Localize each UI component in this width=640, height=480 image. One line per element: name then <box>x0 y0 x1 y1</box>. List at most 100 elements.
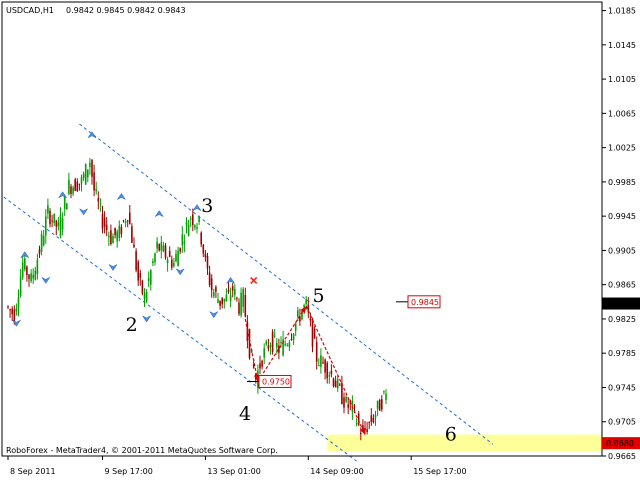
target-price-label: 0.9680 <box>606 439 634 448</box>
candle-body <box>126 220 129 222</box>
candle-body <box>89 162 91 167</box>
candle-body <box>202 244 205 254</box>
x-tick-label: 14 Sep 09:00 <box>310 467 363 476</box>
candle-body <box>305 299 307 305</box>
candle-body <box>57 221 60 227</box>
candle-body <box>76 181 79 192</box>
candle-body <box>66 203 68 210</box>
candle-body <box>381 399 383 410</box>
candle-body <box>59 214 62 237</box>
candle-body <box>320 355 322 367</box>
candle-body <box>332 378 335 386</box>
candle-body <box>131 226 133 243</box>
candle-body <box>36 259 39 274</box>
symbol-label: USDCAD,H1 <box>6 6 54 15</box>
candle-body <box>141 280 144 294</box>
candle-body <box>221 297 223 305</box>
candle-body <box>11 308 13 315</box>
candle-body <box>259 363 261 369</box>
candle-body <box>135 251 137 271</box>
candle-body <box>70 186 72 194</box>
candle-body <box>370 415 373 423</box>
candle-body <box>30 273 32 282</box>
candle-body <box>238 302 240 314</box>
candle-body <box>347 404 349 408</box>
candle-body <box>173 262 175 266</box>
candle-body <box>353 405 356 407</box>
candle-body <box>286 345 289 347</box>
candle-body <box>261 360 263 367</box>
candle-body <box>147 278 150 282</box>
candle-body <box>156 241 158 249</box>
candle-body <box>137 261 139 281</box>
candle-body <box>219 300 221 306</box>
candle-body <box>99 203 102 205</box>
candle-body <box>61 218 64 230</box>
x-tick-label: 13 Sep 01:00 <box>207 467 260 476</box>
candle-body <box>185 222 188 226</box>
candle-body <box>38 249 41 254</box>
candle-body <box>145 291 148 302</box>
candle-body <box>322 362 324 364</box>
y-tick-label: 0.9745 <box>608 383 636 392</box>
candle-body <box>74 179 76 191</box>
candle-body <box>360 432 362 435</box>
candle-body <box>63 196 66 209</box>
candle-body <box>227 289 230 292</box>
candle-body <box>26 266 28 276</box>
y-tick-label: 1.0025 <box>608 144 636 153</box>
candle-body <box>103 217 106 227</box>
chart-header: USDCAD,H1 0.9842 0.9845 0.9842 0.9843 <box>6 6 186 15</box>
candle-body <box>19 277 22 297</box>
candle-body <box>91 159 93 177</box>
candle-body <box>374 414 377 418</box>
candle-body <box>139 273 142 278</box>
candle-body <box>108 235 110 238</box>
price-chart[interactable]: 2 3 4 5 6 0.9845 0.9750 1.0185 1.0145 1.0105 1.0… <box>0 0 640 480</box>
candle-body <box>263 348 265 358</box>
candle-body <box>215 286 217 292</box>
candle-body <box>330 370 333 375</box>
y-tick-label: 0.9785 <box>608 349 636 358</box>
price-label-text: 0.9845 <box>411 298 439 307</box>
candle-body <box>164 245 167 258</box>
candle-body <box>129 212 131 224</box>
candle-body <box>181 234 184 246</box>
candle-body <box>273 335 276 337</box>
y-tick-label: 0.9865 <box>608 281 636 290</box>
candle-body <box>158 244 160 251</box>
candle-body <box>177 250 179 267</box>
candle-body <box>154 253 156 263</box>
candle-body <box>292 333 295 340</box>
candle-body <box>368 422 370 424</box>
candle-body <box>355 423 358 425</box>
candle-body <box>196 227 198 229</box>
candle-body <box>229 295 232 302</box>
y-tick-label: 0.9945 <box>608 212 636 221</box>
candle-body <box>175 253 177 262</box>
candle-body <box>231 286 234 291</box>
candle-body <box>34 270 37 280</box>
candle-body <box>194 225 196 228</box>
candle-body <box>133 244 135 248</box>
candle-body <box>45 216 47 236</box>
candle-body <box>290 339 293 341</box>
candle-body <box>105 224 108 231</box>
candle-body <box>339 384 341 386</box>
candle-body <box>294 323 297 331</box>
candle-body <box>40 234 43 252</box>
candle-body <box>51 220 53 222</box>
y-tick-label: 0.9665 <box>608 452 636 461</box>
candle-body <box>143 293 146 299</box>
candle-body <box>124 221 127 223</box>
candle-body <box>223 298 226 302</box>
y-tick-label: 0.9705 <box>608 418 636 427</box>
candle-body <box>280 342 282 344</box>
wave-label: 2 <box>126 314 138 336</box>
candle-body <box>336 379 339 389</box>
wave-label: 4 <box>239 403 251 425</box>
candle-body <box>318 365 320 367</box>
candle-body <box>166 259 169 264</box>
candle-body <box>240 292 242 316</box>
candle-body <box>116 231 118 242</box>
